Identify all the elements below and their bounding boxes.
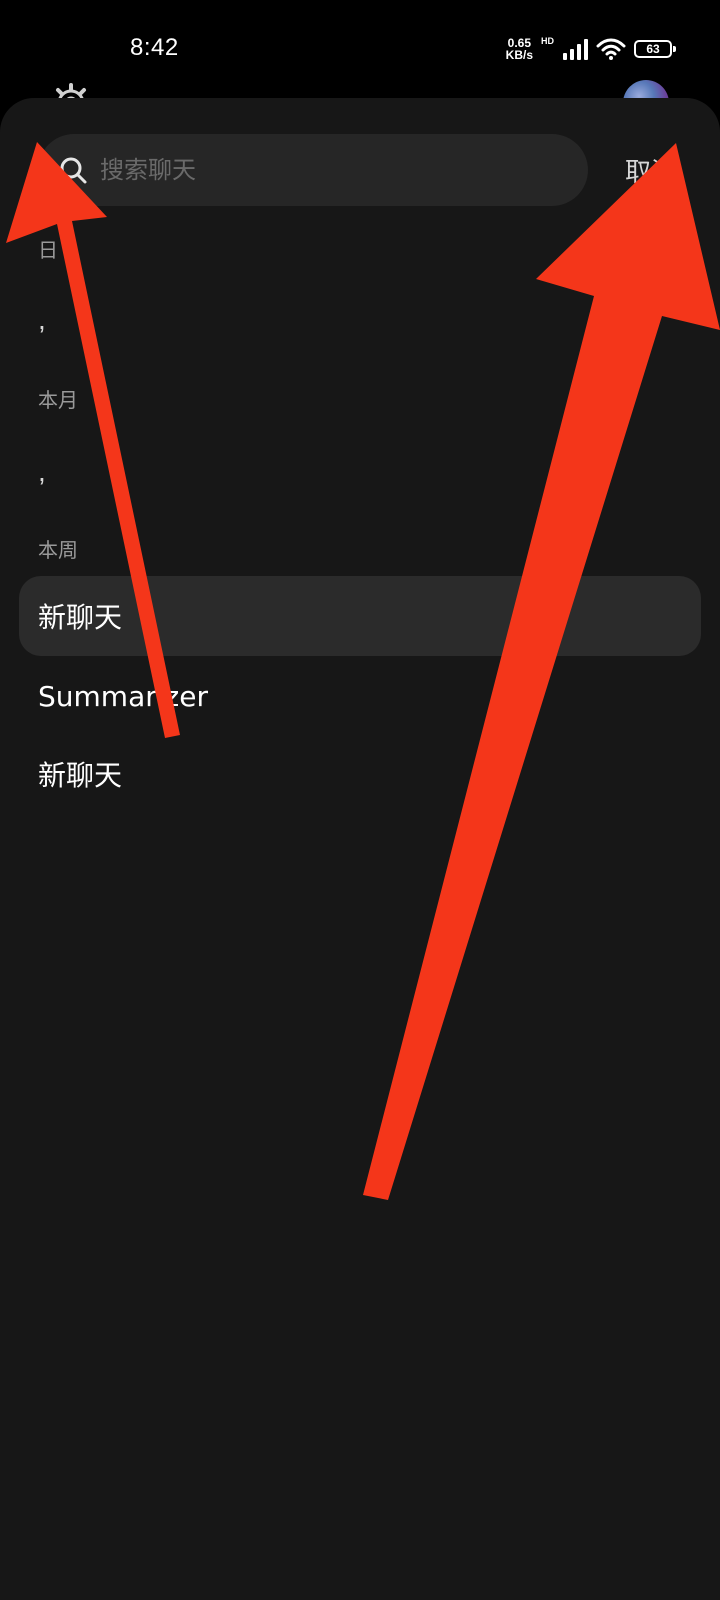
search-row: 取消 <box>0 134 720 206</box>
list-item[interactable]: , <box>38 304 46 336</box>
chat-item-new-chat[interactable]: 新聊天 <box>19 576 701 656</box>
screen: 8:42 0.65 KB/s HD 63 搜索聊天 取消 日 , 本月 , 本周… <box>0 0 720 1600</box>
search-box[interactable] <box>38 134 588 206</box>
status-icons: 0.65 KB/s HD 63 <box>506 34 676 64</box>
battery-icon: 63 <box>634 40 676 58</box>
chat-item-summarizer[interactable]: Summarizer <box>19 656 701 736</box>
status-time: 8:42 <box>130 34 179 61</box>
chat-search-sheet: 取消 日 , 本月 , 本周 新聊天 Summarizer 新聊天 <box>0 98 720 1600</box>
network-speed-unit: KB/s <box>505 48 533 62</box>
cancel-button[interactable]: 取消 <box>625 148 677 192</box>
chat-item-new-chat[interactable]: 新聊天 <box>19 734 701 814</box>
battery-level: 63 <box>646 42 660 56</box>
list-item[interactable]: , <box>38 456 46 488</box>
network-speed: 0.65 KB/s <box>506 37 533 61</box>
wifi-icon <box>596 38 626 60</box>
section-label-today: 日 <box>38 238 58 262</box>
section-label-this-week: 本周 <box>38 538 78 562</box>
search-icon <box>60 157 87 184</box>
signal-icon <box>563 39 588 60</box>
network-type: HD <box>541 36 554 46</box>
search-input[interactable] <box>98 149 572 191</box>
section-label-this-month: 本月 <box>38 388 78 412</box>
